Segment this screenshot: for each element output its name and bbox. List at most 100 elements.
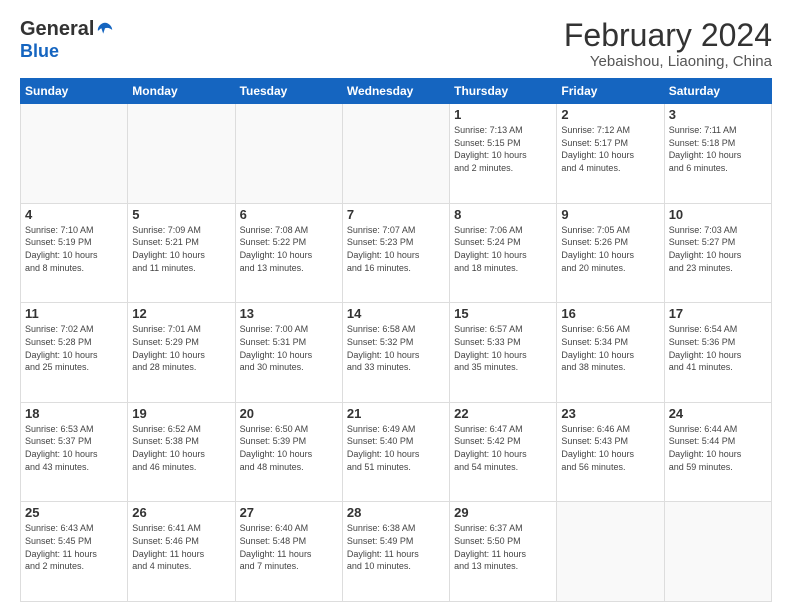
- day-info: Sunrise: 7:13 AM Sunset: 5:15 PM Dayligh…: [454, 124, 552, 174]
- table-row: 13 Sunrise: 7:00 AM Sunset: 5:31 PM Dayli…: [235, 303, 342, 403]
- day-info: Sunrise: 7:05 AM Sunset: 5:26 PM Dayligh…: [561, 224, 659, 274]
- table-row: 26 Sunrise: 6:41 AM Sunset: 5:46 PM Dayli…: [128, 502, 235, 602]
- calendar-week-row: 18 Sunrise: 6:53 AM Sunset: 5:37 PM Dayli…: [21, 402, 772, 502]
- day-info: Sunrise: 7:06 AM Sunset: 5:24 PM Dayligh…: [454, 224, 552, 274]
- day-number: 20: [240, 406, 338, 421]
- day-info: Sunrise: 6:40 AM Sunset: 5:48 PM Dayligh…: [240, 522, 338, 572]
- table-row: 4 Sunrise: 7:10 AM Sunset: 5:19 PM Daylig…: [21, 203, 128, 303]
- day-info: Sunrise: 7:03 AM Sunset: 5:27 PM Dayligh…: [669, 224, 767, 274]
- table-row: [664, 502, 771, 602]
- table-row: [342, 104, 449, 204]
- day-info: Sunrise: 6:43 AM Sunset: 5:45 PM Dayligh…: [25, 522, 123, 572]
- day-number: 24: [669, 406, 767, 421]
- day-number: 13: [240, 306, 338, 321]
- calendar-week-row: 11 Sunrise: 7:02 AM Sunset: 5:28 PM Dayli…: [21, 303, 772, 403]
- calendar-week-row: 1 Sunrise: 7:13 AM Sunset: 5:15 PM Daylig…: [21, 104, 772, 204]
- day-number: 19: [132, 406, 230, 421]
- calendar-week-row: 25 Sunrise: 6:43 AM Sunset: 5:45 PM Dayli…: [21, 502, 772, 602]
- day-number: 6: [240, 207, 338, 222]
- table-row: 21Sunrise: 6:49 AM Sunset: 5:40 PM Dayli…: [342, 402, 449, 502]
- day-number: 2: [561, 107, 659, 122]
- title-section: February 2024 Yebaishou, Liaoning, China: [564, 18, 772, 70]
- day-number: 28: [347, 505, 445, 520]
- table-row: 24 Sunrise: 6:44 AM Sunset: 5:44 PM Dayli…: [664, 402, 771, 502]
- table-row: 9 Sunrise: 7:05 AM Sunset: 5:26 PM Daylig…: [557, 203, 664, 303]
- table-row: 1 Sunrise: 7:13 AM Sunset: 5:15 PM Daylig…: [450, 104, 557, 204]
- day-info: Sunrise: 7:12 AM Sunset: 5:17 PM Dayligh…: [561, 124, 659, 174]
- table-row: 6 Sunrise: 7:08 AM Sunset: 5:22 PM Daylig…: [235, 203, 342, 303]
- weekday-header-tuesday: Tuesday: [235, 79, 342, 104]
- day-number: 5: [132, 207, 230, 222]
- weekday-header-monday: Monday: [128, 79, 235, 104]
- table-row: 19 Sunrise: 6:52 AM Sunset: 5:38 PM Dayli…: [128, 402, 235, 502]
- day-number: 23: [561, 406, 659, 421]
- day-info: Sunrise: 6:58 AM Sunset: 5:32 PM Dayligh…: [347, 323, 445, 373]
- table-row: 25 Sunrise: 6:43 AM Sunset: 5:45 PM Dayli…: [21, 502, 128, 602]
- day-number: 9: [561, 207, 659, 222]
- day-info: Sunrise: 7:08 AM Sunset: 5:22 PM Dayligh…: [240, 224, 338, 274]
- day-info: Sunrise: 6:47 AM Sunset: 5:42 PM Dayligh…: [454, 423, 552, 473]
- table-row: [557, 502, 664, 602]
- day-info: Sunrise: 7:02 AM Sunset: 5:28 PM Dayligh…: [25, 323, 123, 373]
- table-row: 23 Sunrise: 6:46 AM Sunset: 5:43 PM Dayli…: [557, 402, 664, 502]
- day-number: 18: [25, 406, 123, 421]
- weekday-header-friday: Friday: [557, 79, 664, 104]
- table-row: 29 Sunrise: 6:37 AM Sunset: 5:50 PM Dayli…: [450, 502, 557, 602]
- day-number: 16: [561, 306, 659, 321]
- day-number: 26: [132, 505, 230, 520]
- day-number: 27: [240, 505, 338, 520]
- calendar-page: General Blue February 2024 Yebaishou, Li…: [0, 0, 792, 612]
- weekday-header-thursday: Thursday: [450, 79, 557, 104]
- logo-general: General: [20, 18, 94, 41]
- day-info: Sunrise: 7:07 AM Sunset: 5:23 PM Dayligh…: [347, 224, 445, 274]
- day-info: Sunrise: 6:41 AM Sunset: 5:46 PM Dayligh…: [132, 522, 230, 572]
- day-info: Sunrise: 6:44 AM Sunset: 5:44 PM Dayligh…: [669, 423, 767, 473]
- day-number: 25: [25, 505, 123, 520]
- table-row: 15Sunrise: 6:57 AM Sunset: 5:33 PM Dayli…: [450, 303, 557, 403]
- table-row: 5Sunrise: 7:09 AM Sunset: 5:21 PM Daylig…: [128, 203, 235, 303]
- day-info: Sunrise: 6:56 AM Sunset: 5:34 PM Dayligh…: [561, 323, 659, 373]
- day-info: Sunrise: 6:46 AM Sunset: 5:43 PM Dayligh…: [561, 423, 659, 473]
- location-title: Yebaishou, Liaoning, China: [564, 53, 772, 70]
- logo: General Blue: [20, 18, 114, 62]
- day-number: 7: [347, 207, 445, 222]
- day-info: Sunrise: 6:52 AM Sunset: 5:38 PM Dayligh…: [132, 423, 230, 473]
- day-number: 22: [454, 406, 552, 421]
- day-number: 17: [669, 306, 767, 321]
- table-row: 16 Sunrise: 6:56 AM Sunset: 5:34 PM Dayli…: [557, 303, 664, 403]
- table-row: 11 Sunrise: 7:02 AM Sunset: 5:28 PM Dayli…: [21, 303, 128, 403]
- calendar-table: SundayMondayTuesdayWednesdayThursdayFrid…: [20, 78, 772, 602]
- table-row: 7 Sunrise: 7:07 AM Sunset: 5:23 PM Daylig…: [342, 203, 449, 303]
- day-info: Sunrise: 6:54 AM Sunset: 5:36 PM Dayligh…: [669, 323, 767, 373]
- day-number: 29: [454, 505, 552, 520]
- day-number: 10: [669, 207, 767, 222]
- day-info: Sunrise: 7:00 AM Sunset: 5:31 PM Dayligh…: [240, 323, 338, 373]
- day-number: 21: [347, 406, 445, 421]
- calendar-body: 1 Sunrise: 7:13 AM Sunset: 5:15 PM Daylig…: [21, 104, 772, 602]
- day-number: 1: [454, 107, 552, 122]
- day-number: 14: [347, 306, 445, 321]
- day-number: 8: [454, 207, 552, 222]
- table-row: 12Sunrise: 7:01 AM Sunset: 5:29 PM Dayli…: [128, 303, 235, 403]
- weekday-header-row: SundayMondayTuesdayWednesdayThursdayFrid…: [21, 79, 772, 104]
- table-row: 20 Sunrise: 6:50 AM Sunset: 5:39 PM Dayli…: [235, 402, 342, 502]
- table-row: 22 Sunrise: 6:47 AM Sunset: 5:42 PM Dayli…: [450, 402, 557, 502]
- table-row: 3Sunrise: 7:11 AM Sunset: 5:18 PM Daylig…: [664, 104, 771, 204]
- table-row: [21, 104, 128, 204]
- day-number: 11: [25, 306, 123, 321]
- day-info: Sunrise: 7:10 AM Sunset: 5:19 PM Dayligh…: [25, 224, 123, 274]
- day-info: Sunrise: 7:01 AM Sunset: 5:29 PM Dayligh…: [132, 323, 230, 373]
- day-info: Sunrise: 6:53 AM Sunset: 5:37 PM Dayligh…: [25, 423, 123, 473]
- day-number: 4: [25, 207, 123, 222]
- day-number: 3: [669, 107, 767, 122]
- logo-bird-icon: [96, 21, 114, 39]
- weekday-header-saturday: Saturday: [664, 79, 771, 104]
- day-info: Sunrise: 6:50 AM Sunset: 5:39 PM Dayligh…: [240, 423, 338, 473]
- day-info: Sunrise: 6:38 AM Sunset: 5:49 PM Dayligh…: [347, 522, 445, 572]
- table-row: 8 Sunrise: 7:06 AM Sunset: 5:24 PM Daylig…: [450, 203, 557, 303]
- table-row: 18 Sunrise: 6:53 AM Sunset: 5:37 PM Dayli…: [21, 402, 128, 502]
- logo-text: General: [20, 18, 114, 41]
- day-number: 15: [454, 306, 552, 321]
- table-row: 2 Sunrise: 7:12 AM Sunset: 5:17 PM Daylig…: [557, 104, 664, 204]
- day-info: Sunrise: 6:37 AM Sunset: 5:50 PM Dayligh…: [454, 522, 552, 572]
